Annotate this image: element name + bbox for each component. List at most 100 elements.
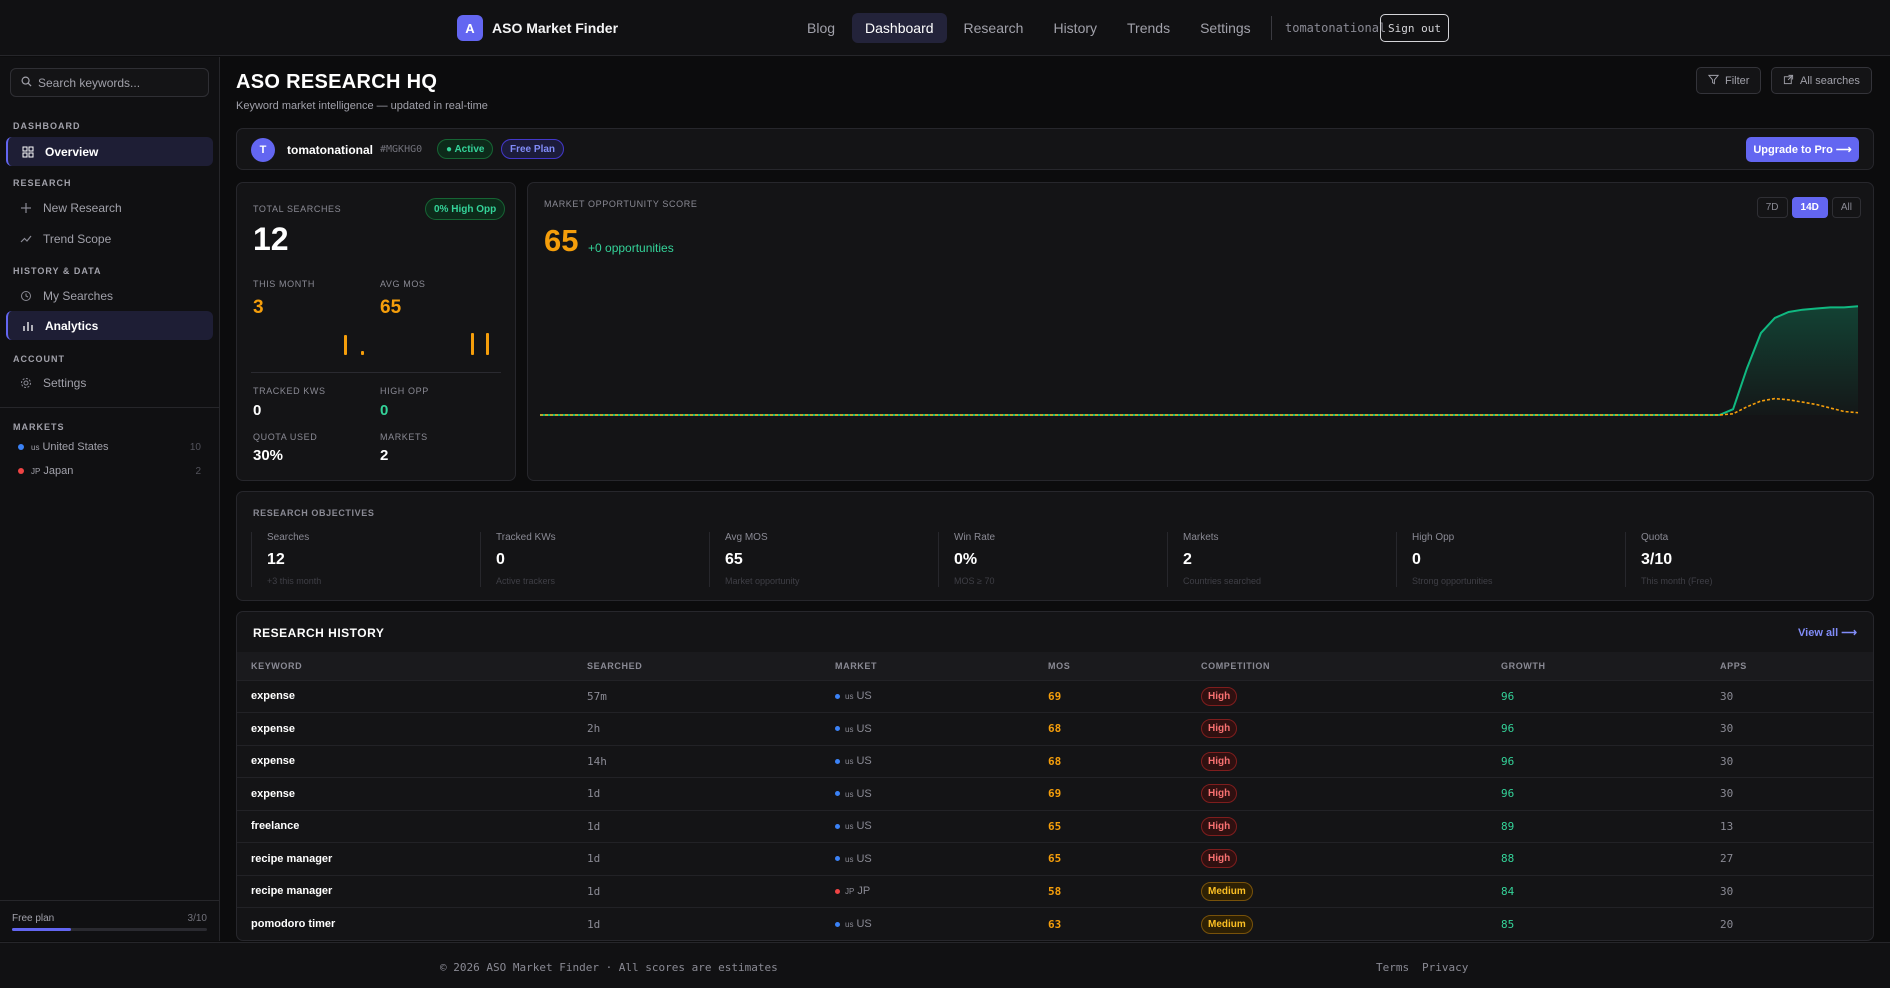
table-row[interactable]: expense 14h us US 68 High 96 30 bbox=[237, 744, 1873, 778]
plan-progress-bar bbox=[12, 928, 207, 931]
objective-label: High Opp bbox=[1412, 532, 1455, 543]
cell-apps: 20 bbox=[1706, 907, 1873, 940]
objective-value: 0% bbox=[954, 551, 978, 568]
cell-market: us US bbox=[821, 712, 1034, 745]
range-tab-all[interactable]: All bbox=[1831, 197, 1861, 218]
nav-blog[interactable]: Blog bbox=[794, 13, 848, 43]
objective-avg-mos: Avg MOS 65 Market opportunity bbox=[709, 532, 938, 587]
section-dashboard: DASHBOARD bbox=[13, 121, 81, 131]
section-markets: MARKETS bbox=[13, 422, 65, 432]
competition-badge: Medium bbox=[1201, 881, 1253, 901]
sidebar-item-settings[interactable]: Settings bbox=[6, 368, 213, 397]
plan-badge: Free Plan bbox=[501, 139, 565, 159]
market-name: US bbox=[856, 722, 872, 735]
cell-competition: High bbox=[1187, 744, 1487, 778]
nav-trends[interactable]: Trends bbox=[1114, 13, 1183, 43]
all-searches-button[interactable]: All searches bbox=[1771, 67, 1872, 94]
footer-copyright: © 2026 ASO Market Finder · All scores ar… bbox=[440, 961, 778, 974]
cell-searched: 1d bbox=[573, 809, 821, 843]
objective-value: 65 bbox=[725, 551, 743, 568]
upgrade-button[interactable]: Upgrade to Pro ⟶ bbox=[1746, 137, 1859, 162]
top-navbar: A ASO Market Finder Blog Dashboard Resea… bbox=[0, 0, 1890, 56]
objective-value: 0 bbox=[1412, 551, 1421, 568]
section-account: ACCOUNT bbox=[13, 354, 65, 364]
cell-searched: 1d bbox=[573, 874, 821, 908]
app-logo: A bbox=[457, 15, 483, 41]
col-mos[interactable]: MOS bbox=[1034, 652, 1187, 680]
table-row[interactable]: pomodoro timer 1d us US 63 Medium 85 20 bbox=[237, 907, 1873, 940]
sidebar-item-label: Trend Scope bbox=[43, 231, 112, 246]
market-code: us bbox=[845, 692, 854, 702]
col-market[interactable]: MARKET bbox=[821, 652, 1034, 680]
objective-value: 2 bbox=[1183, 551, 1192, 568]
market-item-jp[interactable]: JP Japan 2 bbox=[18, 465, 201, 477]
col-searched[interactable]: SEARCHED bbox=[573, 652, 821, 680]
cell-keyword: expense bbox=[237, 679, 573, 713]
objective-markets: Markets 2 Countries searched bbox=[1167, 532, 1396, 587]
sidebar-item-analytics[interactable]: Analytics bbox=[6, 311, 213, 340]
nav-settings[interactable]: Settings bbox=[1187, 13, 1264, 43]
month-spark-bar bbox=[344, 335, 347, 355]
objective-value: 3/10 bbox=[1641, 551, 1673, 568]
table-row[interactable]: expense 1d us US 69 High 96 30 bbox=[237, 777, 1873, 810]
nav-history[interactable]: History bbox=[1040, 13, 1110, 43]
tracked-value: 0 bbox=[253, 402, 262, 419]
cell-keyword: pomodoro timer bbox=[237, 907, 573, 940]
nav-dashboard[interactable]: Dashboard bbox=[852, 13, 947, 43]
avg-mos-label: AVG MOS bbox=[380, 279, 426, 289]
objective-sub: MOS ≥ 70 bbox=[954, 576, 995, 586]
markets-label: MARKETS bbox=[380, 432, 428, 442]
research-history: RESEARCH HISTORY View all ⟶ KEYWORD SEAR… bbox=[236, 611, 1874, 941]
external-link-icon bbox=[1783, 74, 1794, 88]
view-all-link[interactable]: View all ⟶ bbox=[1798, 626, 1857, 639]
sidebar-item-my-searches[interactable]: My Searches bbox=[6, 281, 213, 310]
objective-label: Quota bbox=[1641, 532, 1669, 543]
cell-market: us US bbox=[821, 744, 1034, 778]
sidebar-item-trend-scope[interactable]: Trend Scope bbox=[6, 224, 213, 253]
search-box[interactable] bbox=[10, 68, 209, 97]
search-input[interactable] bbox=[38, 75, 198, 90]
filter-button[interactable]: Filter bbox=[1696, 67, 1762, 94]
brand[interactable]: A ASO Market Finder bbox=[457, 15, 618, 41]
col-apps[interactable]: APPS bbox=[1706, 652, 1873, 680]
footer-privacy-link[interactable]: Privacy bbox=[1422, 961, 1468, 974]
range-tab-14d[interactable]: 14D bbox=[1791, 197, 1828, 218]
app-name: ASO Market Finder bbox=[492, 20, 619, 36]
nav-divider bbox=[1271, 16, 1272, 40]
sign-out-button[interactable]: Sign out bbox=[1380, 14, 1449, 42]
objective-label: Tracked KWs bbox=[496, 532, 556, 543]
cell-apps: 30 bbox=[1706, 679, 1873, 713]
sidebar-item-new-research[interactable]: New Research bbox=[6, 193, 213, 222]
stats-divider bbox=[251, 372, 501, 373]
col-competition[interactable]: COMPETITION bbox=[1187, 652, 1487, 680]
table-row[interactable]: expense 57m us US 69 High 96 30 bbox=[237, 679, 1873, 713]
opportunity-delta: +0 opportunities bbox=[588, 241, 674, 255]
cell-mos: 69 bbox=[1034, 777, 1187, 810]
footer-terms-link[interactable]: Terms bbox=[1376, 961, 1409, 974]
objective-sub: Market opportunity bbox=[725, 576, 800, 586]
objective-sub: Active trackers bbox=[496, 576, 556, 586]
chart-title: MARKET OPPORTUNITY SCORE bbox=[544, 199, 698, 209]
table-row[interactable]: expense 2h us US 68 High 96 30 bbox=[237, 712, 1873, 745]
objective-value: 0 bbox=[496, 551, 505, 568]
range-tab-7d[interactable]: 7D bbox=[1756, 197, 1788, 218]
table-row[interactable]: freelance 1d us US 65 High 89 13 bbox=[237, 809, 1873, 843]
history-icon bbox=[19, 289, 33, 303]
table-row[interactable]: recipe manager 1d JP JP 58 Medium 84 30 bbox=[237, 874, 1873, 908]
table-row[interactable]: recipe manager 1d us US 65 High 88 27 bbox=[237, 842, 1873, 875]
market-name: Japan bbox=[43, 465, 74, 477]
page-subtitle: Keyword market intelligence — updated in… bbox=[236, 100, 488, 112]
filter-icon bbox=[1707, 74, 1720, 88]
market-item-us[interactable]: us United States 10 bbox=[18, 441, 201, 453]
high-opp-label: HIGH OPP bbox=[380, 386, 429, 396]
total-searches-label: TOTAL SEARCHES bbox=[253, 204, 342, 214]
sidebar-item-overview[interactable]: Overview bbox=[6, 137, 213, 166]
cell-growth: 85 bbox=[1487, 907, 1706, 940]
search-icon bbox=[21, 76, 32, 90]
sidebar-item-label: New Research bbox=[43, 200, 122, 215]
col-growth[interactable]: GROWTH bbox=[1487, 652, 1706, 680]
nav-research[interactable]: Research bbox=[951, 13, 1037, 43]
competition-badge: High bbox=[1201, 784, 1238, 804]
mos-spark-bar bbox=[471, 333, 474, 355]
col-keyword[interactable]: KEYWORD bbox=[237, 652, 573, 680]
